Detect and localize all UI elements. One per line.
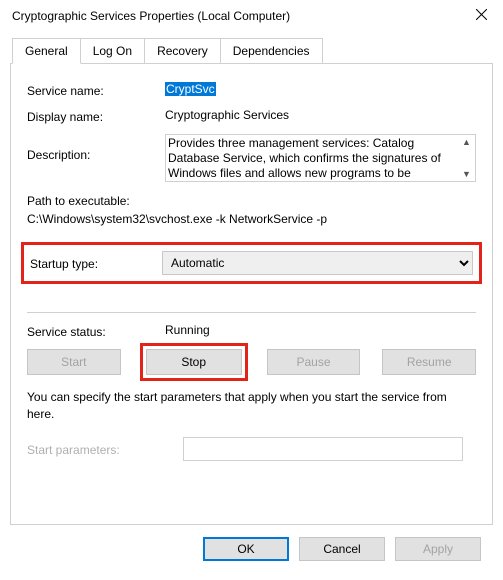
pause-button: Pause — [267, 349, 361, 375]
dialog-button-row: OK Cancel Apply — [10, 525, 493, 561]
title-bar: Cryptographic Services Properties (Local… — [0, 0, 503, 32]
startup-type-row: Startup type: Automatic — [21, 242, 482, 284]
tab-dependencies[interactable]: Dependencies — [221, 38, 323, 64]
display-name-value: Cryptographic Services — [165, 108, 476, 122]
start-parameters-input — [183, 437, 463, 461]
scroll-down-icon[interactable]: ▼ — [458, 169, 475, 179]
stop-highlight: Stop — [140, 343, 248, 381]
startup-type-label: Startup type: — [30, 256, 162, 271]
cancel-button[interactable]: Cancel — [299, 537, 385, 561]
path-value: C:\Windows\system32\svchost.exe -k Netwo… — [27, 210, 476, 228]
description-text[interactable]: Provides three management services: Cata… — [166, 135, 458, 181]
description-scrollbar[interactable]: ▲ ▼ — [458, 135, 475, 181]
service-status-value: Running — [165, 323, 476, 337]
path-label: Path to executable: — [27, 192, 476, 210]
scroll-up-icon[interactable]: ▲ — [458, 137, 475, 147]
tab-recovery[interactable]: Recovery — [145, 38, 221, 64]
tab-log-on[interactable]: Log On — [81, 38, 145, 64]
tab-general[interactable]: General — [12, 38, 81, 64]
display-name-label: Display name: — [27, 108, 165, 124]
description-box: Provides three management services: Cata… — [165, 134, 476, 182]
close-icon[interactable] — [469, 9, 493, 23]
ok-button[interactable]: OK — [203, 537, 289, 561]
tab-strip: General Log On Recovery Dependencies — [12, 38, 493, 64]
apply-button: Apply — [395, 537, 481, 561]
general-panel: Service name: CryptSvc Display name: Cry… — [10, 63, 493, 525]
window-title: Cryptographic Services Properties (Local… — [12, 9, 290, 23]
stop-button[interactable]: Stop — [146, 349, 242, 375]
separator — [27, 312, 476, 313]
service-name-label: Service name: — [27, 82, 165, 98]
startup-type-select[interactable]: Automatic — [162, 251, 473, 275]
resume-button: Resume — [382, 349, 476, 375]
parameters-note: You can specify the start parameters tha… — [27, 389, 476, 423]
service-name-value[interactable]: CryptSvc — [165, 82, 216, 96]
description-label: Description: — [27, 134, 165, 162]
service-status-label: Service status: — [27, 323, 165, 339]
start-parameters-label: Start parameters: — [27, 441, 183, 457]
start-button: Start — [27, 349, 121, 375]
